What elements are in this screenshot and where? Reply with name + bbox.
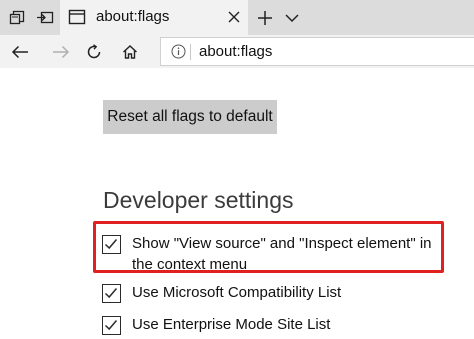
set-aside-tabs-icon[interactable]: [32, 0, 58, 35]
new-tab-plus-icon[interactable]: [253, 0, 277, 35]
tab-bar: about:flags: [0, 0, 474, 35]
address-text[interactable]: about:flags: [199, 43, 272, 60]
page-icon: [68, 9, 86, 25]
back-arrow-icon[interactable]: [5, 35, 35, 68]
chevron-down-icon[interactable]: [280, 0, 304, 35]
tab-about-flags[interactable]: about:flags: [60, 0, 248, 35]
compatibility-list-label: Use Microsoft Compatibility List: [132, 284, 342, 301]
navigation-bar: about:flags: [0, 35, 474, 68]
developer-settings-heading: Developer settings: [103, 187, 294, 213]
tab-title: about:flags: [96, 8, 170, 25]
tab-list-icon[interactable]: [4, 0, 30, 35]
address-bar[interactable]: about:flags: [160, 37, 474, 66]
close-icon[interactable]: [225, 7, 243, 27]
refresh-icon[interactable]: [79, 35, 109, 68]
forward-arrow-icon[interactable]: [46, 35, 76, 68]
highlight-box: [93, 221, 444, 273]
enterprise-mode-label: Use Enterprise Mode Site List: [132, 316, 331, 333]
info-icon[interactable]: [171, 44, 186, 59]
reset-all-flags-button[interactable]: Reset all flags to default: [103, 100, 277, 134]
address-separator: [190, 44, 191, 60]
home-icon[interactable]: [115, 35, 145, 68]
compatibility-list-checkbox[interactable]: [102, 284, 121, 303]
enterprise-mode-checkbox[interactable]: [102, 316, 121, 335]
